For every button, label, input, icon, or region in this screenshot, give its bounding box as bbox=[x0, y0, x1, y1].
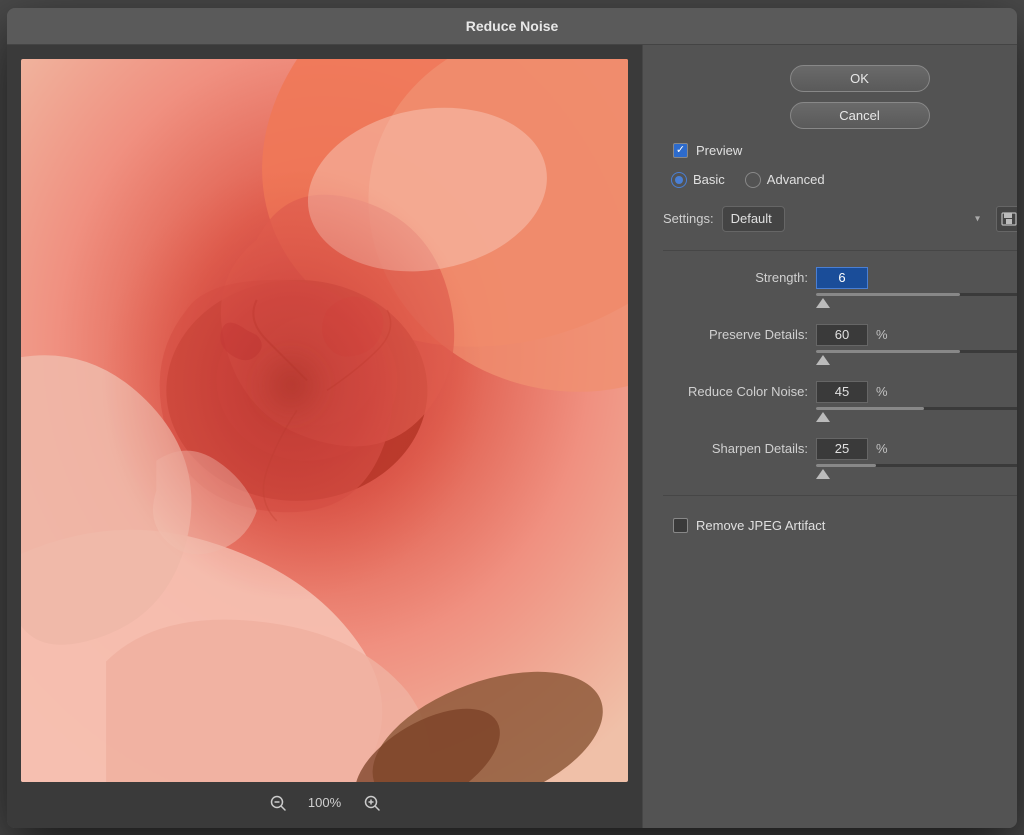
preserve-details-input[interactable] bbox=[816, 324, 868, 346]
sharpen-details-row: Sharpen Details: % bbox=[663, 438, 1017, 460]
sharpen-details-thumb[interactable] bbox=[816, 469, 830, 479]
reduce-color-noise-fill bbox=[816, 407, 924, 410]
remove-artifact-checkbox[interactable] bbox=[673, 518, 688, 533]
dialog-title: Reduce Noise bbox=[466, 18, 559, 34]
strength-thumb-row bbox=[663, 298, 1017, 308]
reduce-color-noise-track-row bbox=[663, 407, 1017, 410]
checkmark-icon: ✓ bbox=[676, 145, 685, 156]
zoom-bar: 100% bbox=[21, 782, 628, 828]
preserve-details-thumb[interactable] bbox=[816, 355, 830, 365]
preserve-details-label: Preserve Details: bbox=[663, 327, 808, 342]
strength-track-row bbox=[663, 293, 1017, 296]
strength-fill bbox=[816, 293, 960, 296]
mode-radio-group: Basic Advanced bbox=[663, 172, 1017, 188]
image-container bbox=[21, 59, 628, 782]
reduce-color-noise-slider-group: Reduce Color Noise: % bbox=[663, 381, 1017, 422]
sharpen-details-input[interactable] bbox=[816, 438, 868, 460]
preserve-details-thumb-row bbox=[663, 355, 1017, 365]
controls-panel: OK Cancel ✓ Preview Basic bbox=[642, 45, 1017, 828]
preview-panel: 100% bbox=[7, 45, 642, 828]
strength-row: Strength: bbox=[663, 267, 1017, 289]
divider-2 bbox=[663, 495, 1017, 496]
preview-label: Preview bbox=[696, 143, 742, 158]
advanced-radio-circle bbox=[745, 172, 761, 188]
sharpen-details-track[interactable] bbox=[816, 464, 1017, 467]
sharpen-details-slider-group: Sharpen Details: % bbox=[663, 438, 1017, 479]
basic-label: Basic bbox=[693, 172, 725, 187]
reduce-color-noise-input[interactable] bbox=[816, 381, 868, 403]
strength-track[interactable] bbox=[816, 293, 1017, 296]
preview-checkbox[interactable]: ✓ bbox=[673, 143, 688, 158]
settings-row: Settings: Default Custom ▾ bbox=[663, 206, 1017, 232]
reduce-color-noise-row: Reduce Color Noise: % bbox=[663, 381, 1017, 403]
preserve-details-track-row bbox=[663, 350, 1017, 353]
save-preset-button[interactable] bbox=[996, 206, 1017, 232]
preserve-details-track[interactable] bbox=[816, 350, 1017, 353]
zoom-out-icon[interactable] bbox=[267, 792, 289, 814]
sharpen-details-label: Sharpen Details: bbox=[663, 441, 808, 456]
reduce-color-noise-thumb[interactable] bbox=[816, 412, 830, 422]
sharpen-details-thumb-row bbox=[663, 469, 1017, 479]
reduce-color-noise-percent: % bbox=[876, 384, 888, 399]
sharpen-details-fill bbox=[816, 464, 876, 467]
cancel-button[interactable]: Cancel bbox=[790, 102, 930, 129]
rose-preview-image bbox=[21, 59, 628, 782]
remove-artifact-row: Remove JPEG Artifact bbox=[663, 518, 1017, 533]
basic-radio-dot bbox=[675, 176, 683, 184]
basic-radio-circle bbox=[671, 172, 687, 188]
zoom-in-icon[interactable] bbox=[361, 792, 383, 814]
preserve-details-percent: % bbox=[876, 327, 888, 342]
dialog-body: 100% OK Cancel bbox=[7, 45, 1017, 828]
action-buttons: OK Cancel bbox=[663, 65, 1017, 129]
ok-button[interactable]: OK bbox=[790, 65, 930, 92]
basic-radio[interactable]: Basic bbox=[671, 172, 725, 188]
settings-select[interactable]: Default Custom bbox=[722, 206, 785, 232]
settings-label: Settings: bbox=[663, 211, 714, 226]
settings-select-wrapper: Default Custom ▾ bbox=[722, 206, 988, 232]
strength-slider-group: Strength: bbox=[663, 267, 1017, 308]
strength-input[interactable] bbox=[816, 267, 868, 289]
preserve-details-row: Preserve Details: % bbox=[663, 324, 1017, 346]
preserve-details-slider-group: Preserve Details: % bbox=[663, 324, 1017, 365]
reduce-color-noise-thumb-row bbox=[663, 412, 1017, 422]
advanced-label: Advanced bbox=[767, 172, 825, 187]
title-bar: Reduce Noise bbox=[7, 8, 1017, 45]
strength-thumb[interactable] bbox=[816, 298, 830, 308]
reduce-color-noise-label: Reduce Color Noise: bbox=[663, 384, 808, 399]
remove-artifact-label: Remove JPEG Artifact bbox=[696, 518, 825, 533]
preview-row: ✓ Preview bbox=[663, 143, 1017, 158]
strength-label: Strength: bbox=[663, 270, 808, 285]
sharpen-details-percent: % bbox=[876, 441, 888, 456]
divider-1 bbox=[663, 250, 1017, 251]
zoom-level: 100% bbox=[305, 795, 345, 810]
reduce-noise-dialog: Reduce Noise bbox=[7, 8, 1017, 828]
sharpen-details-track-row bbox=[663, 464, 1017, 467]
advanced-radio[interactable]: Advanced bbox=[745, 172, 825, 188]
chevron-down-icon: ▾ bbox=[975, 213, 980, 224]
preserve-details-fill bbox=[816, 350, 960, 353]
reduce-color-noise-track[interactable] bbox=[816, 407, 1017, 410]
